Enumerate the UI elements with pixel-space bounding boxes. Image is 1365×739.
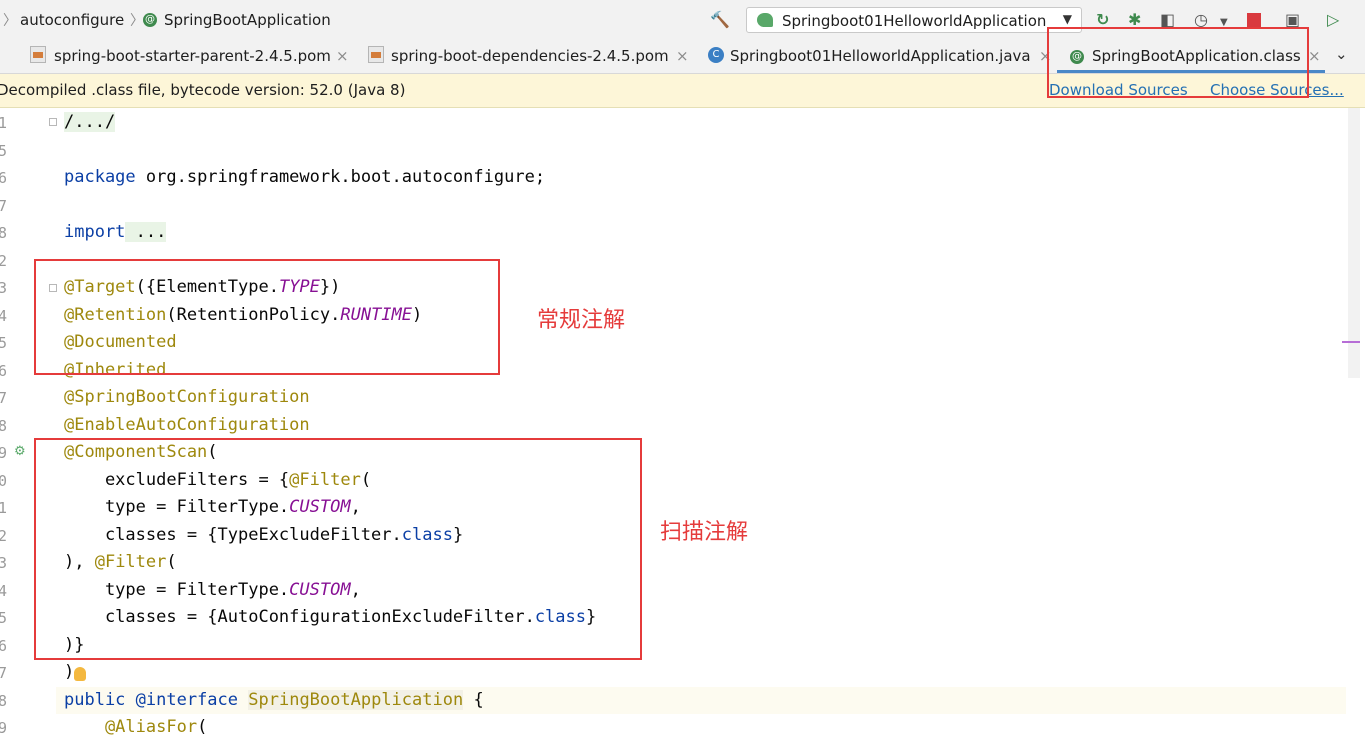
annotation: @EnableAutoConfiguration <box>64 415 310 435</box>
code-text: { <box>463 690 484 710</box>
chevron-down-icon[interactable]: ⌄ <box>1335 45 1348 63</box>
code-text: org.springframework.boot.autoconfigure; <box>135 167 546 187</box>
line-number: 9 <box>0 719 7 737</box>
class-name: SpringBootApplication <box>248 690 464 710</box>
line-number: 4 <box>0 582 7 600</box>
close-icon[interactable]: × <box>336 47 349 65</box>
code-line[interactable]: import ... <box>64 220 167 244</box>
breadcrumb-item-springbootapplication[interactable]: SpringBootApplication <box>164 11 331 29</box>
line-number: 6 <box>0 362 7 380</box>
code-line[interactable]: package org.springframework.boot.autocon… <box>64 165 545 189</box>
terminal-icon[interactable]: ▷ <box>1327 10 1339 30</box>
highlight-box-active-tab <box>1047 27 1309 98</box>
tab-label: Springboot01HelloworldApplication.java <box>730 47 1031 65</box>
line-number: 1 <box>0 499 7 517</box>
line-number: 3 <box>0 279 7 297</box>
folded-imports[interactable]: ... <box>125 222 167 242</box>
close-icon[interactable]: × <box>676 47 689 65</box>
line-number: 8 <box>0 224 7 242</box>
scrollbar-marker <box>1342 341 1360 343</box>
line-number: 7 <box>0 664 7 682</box>
maven-pom-icon <box>368 46 384 63</box>
regular-annotations-note: 常规注解 <box>537 308 626 333</box>
line-number: 1 <box>0 114 7 132</box>
hammer-icon[interactable]: 🔨 <box>710 10 730 30</box>
lightbulb-icon[interactable] <box>74 667 86 681</box>
code-line[interactable]: @SpringBootConfiguration <box>64 385 310 409</box>
code-line[interactable]: /.../ <box>64 110 116 134</box>
line-number: 2 <box>0 252 7 270</box>
code-text: ) <box>64 662 75 682</box>
keyword: @interface <box>125 690 239 710</box>
keyword: package <box>64 167 136 187</box>
code-line[interactable]: public @interface SpringBootApplication … <box>64 688 484 712</box>
maven-pom-icon <box>30 46 46 63</box>
close-icon[interactable]: × <box>1308 47 1321 65</box>
line-number: 6 <box>0 637 7 655</box>
run-configuration-label: Springboot01HelloworldApplication <box>782 12 1047 30</box>
decompiled-message: Decompiled .class file, bytecode version… <box>0 81 406 99</box>
fold-icon[interactable] <box>49 118 57 126</box>
line-number: 2 <box>0 527 7 545</box>
line-number: 6 <box>0 169 7 187</box>
folded-region[interactable]: /.../ <box>64 112 116 132</box>
run-configuration-dropdown[interactable]: Springboot01HelloworldApplication ▼ <box>746 7 1082 33</box>
line-number: 8 <box>0 692 7 710</box>
line-number: 4 <box>0 307 7 325</box>
tab-label: spring-boot-starter-parent-2.4.5.pom <box>54 47 331 65</box>
spring-bean-icon[interactable]: ⚙ <box>14 444 26 459</box>
line-number: 7 <box>0 197 7 215</box>
code-line[interactable]: ) <box>64 660 74 684</box>
breadcrumb-separator-icon: 〉 <box>3 13 17 29</box>
keyword: import <box>64 222 126 242</box>
annotation: @SpringBootConfiguration <box>64 387 310 407</box>
code-line[interactable]: @AliasFor( <box>64 715 207 739</box>
line-number: 5 <box>0 609 7 627</box>
breadcrumb-separator-icon: 〉 <box>130 13 144 29</box>
stop-icon[interactable] <box>1247 13 1261 27</box>
highlight-box-scan-annotations <box>34 438 642 660</box>
vertical-scrollbar[interactable] <box>1348 108 1360 378</box>
annotation-icon: @ <box>143 13 157 27</box>
java-class-icon: C <box>708 47 724 63</box>
tab-starter-parent-pom[interactable]: spring-boot-starter-parent-2.4.5.pom × <box>0 40 356 73</box>
line-number: 0 <box>0 472 7 490</box>
line-number: 5 <box>0 142 7 160</box>
tab-label: spring-boot-dependencies-2.4.5.pom <box>391 47 669 65</box>
tab-helloworld-application-java[interactable]: C Springboot01HelloworldApplication.java… <box>696 40 1056 73</box>
line-number: 3 <box>0 554 7 572</box>
scan-annotations-note: 扫描注解 <box>660 520 749 545</box>
spring-boot-icon <box>757 13 773 27</box>
code-text: ( <box>197 717 208 737</box>
line-number: 9 <box>0 444 7 462</box>
annotation: @AliasFor <box>64 717 198 737</box>
breadcrumb-item-autoconfigure[interactable]: autoconfigure <box>20 11 124 29</box>
line-number: 8 <box>0 417 7 435</box>
line-number: 7 <box>0 389 7 407</box>
tab-dependencies-pom[interactable]: spring-boot-dependencies-2.4.5.pom × <box>356 40 696 73</box>
chevron-down-icon: ▼ <box>1062 12 1072 26</box>
code-line[interactable]: @EnableAutoConfiguration <box>64 413 310 437</box>
highlight-box-regular-annotations <box>34 259 500 375</box>
line-number: 5 <box>0 334 7 352</box>
keyword: public <box>64 690 126 710</box>
